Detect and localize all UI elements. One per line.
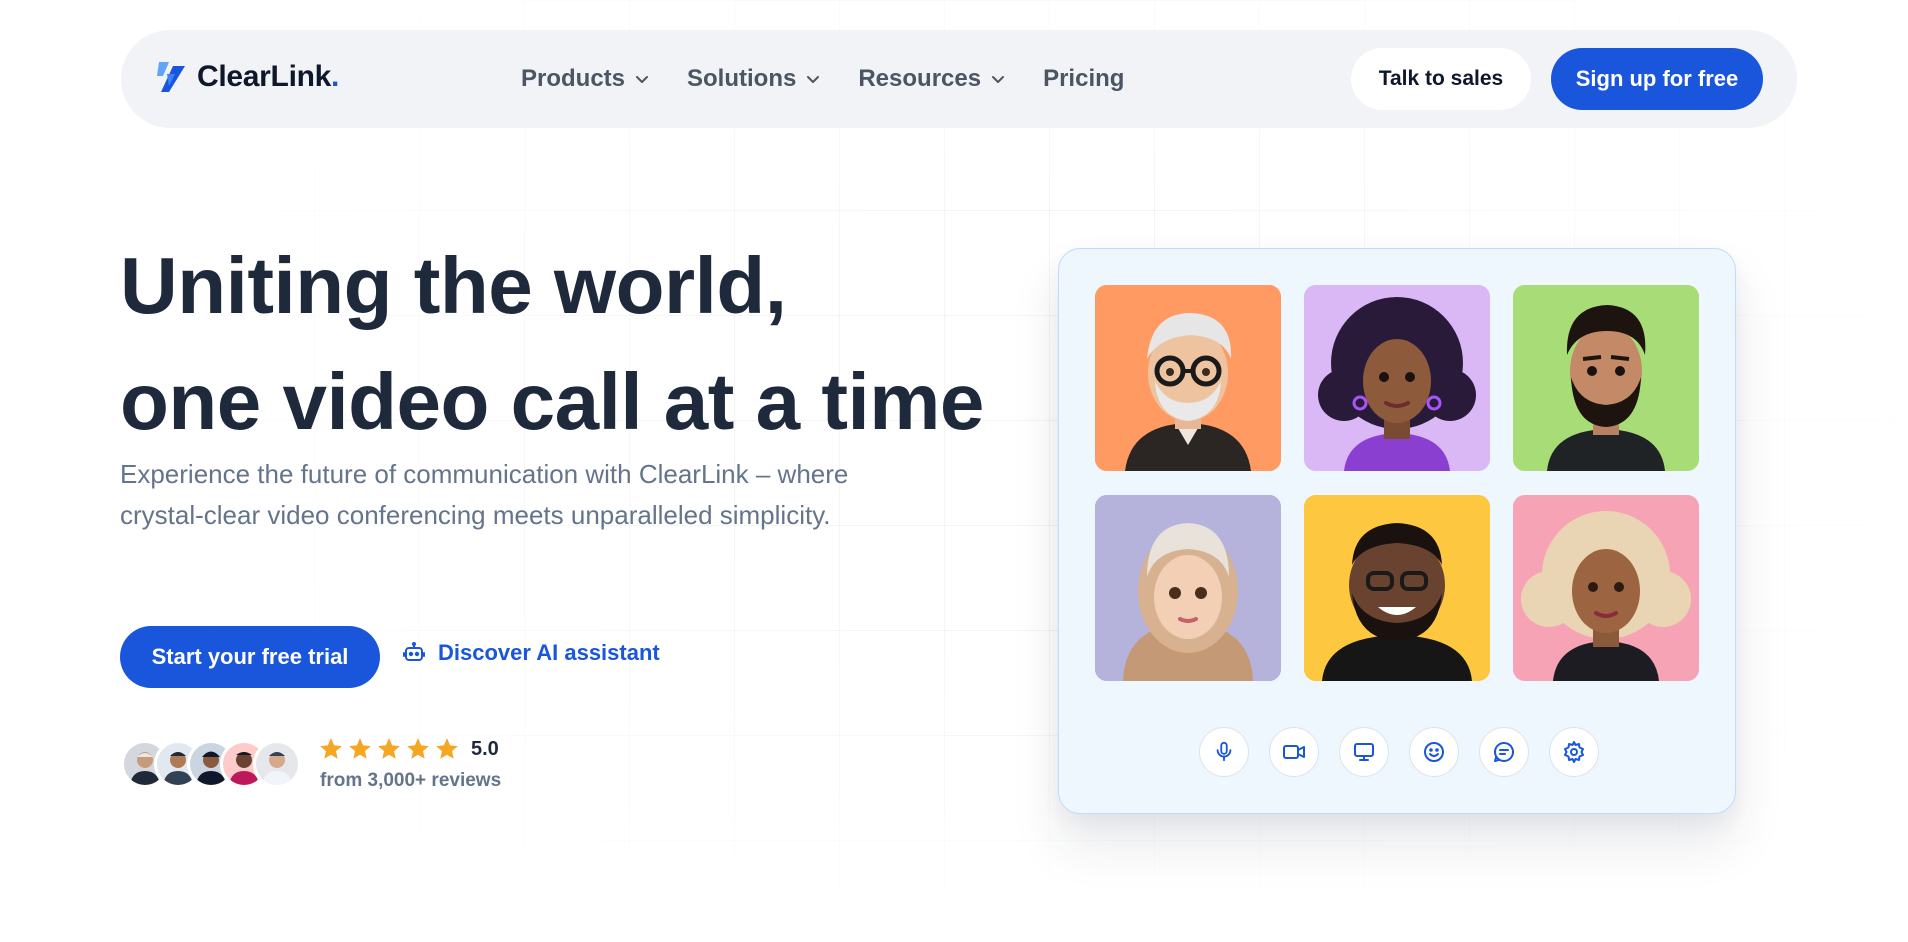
robot-icon <box>402 641 426 665</box>
participant-tile[interactable] <box>1304 495 1490 681</box>
nav-item-resources[interactable]: Resources <box>858 65 1007 93</box>
chevron-down-icon <box>989 70 1007 88</box>
chevron-down-icon <box>804 70 822 88</box>
participant-tile[interactable] <box>1095 495 1281 681</box>
star-icon <box>349 738 371 759</box>
participant-grid <box>1095 285 1699 681</box>
hero-title-line-1: Uniting the world, <box>120 241 787 330</box>
participant-tile[interactable] <box>1304 285 1490 471</box>
call-controls <box>1199 727 1599 777</box>
star-icon <box>378 738 400 759</box>
primary-nav: Products Solutions Resources Pricing <box>521 30 1160 128</box>
hero-title: Uniting the world, one video call at a t… <box>120 228 984 460</box>
video-call-preview <box>1058 248 1736 814</box>
star-icon <box>407 738 429 759</box>
star-icon <box>320 738 342 759</box>
avatar-bearded-man <box>1513 285 1699 471</box>
nav-item-label: Pricing <box>1043 65 1125 92</box>
avatar <box>253 740 301 788</box>
rating-value: 5.0 <box>471 737 499 760</box>
clearlink-logo-icon <box>155 60 187 94</box>
participant-tile[interactable] <box>1095 285 1281 471</box>
microphone-button[interactable] <box>1199 727 1249 777</box>
top-navbar: ClearLink. Products Solutions Resources … <box>121 30 1797 128</box>
avatar-smiling-man-glasses <box>1304 495 1490 681</box>
chevron-down-icon <box>633 70 651 88</box>
emoji-button[interactable] <box>1409 727 1459 777</box>
settings-button[interactable] <box>1549 727 1599 777</box>
emoji-icon <box>1424 742 1444 762</box>
rating-stars: 5.0 <box>318 736 499 762</box>
review-count: from 3,000+ reviews <box>320 770 502 791</box>
avatar-woman-hijab <box>1095 495 1281 681</box>
settings-icon <box>1564 741 1584 763</box>
hero-subtitle: Experience the future of communication w… <box>120 459 849 530</box>
start-free-trial-button[interactable]: Start your free trial <box>120 626 380 688</box>
video-camera-icon <box>1283 745 1305 759</box>
brand-logo[interactable]: ClearLink. <box>155 60 339 94</box>
nav-item-label: Resources <box>858 65 982 92</box>
avatar-older-man-glasses <box>1095 285 1281 471</box>
nav-item-products[interactable]: Products <box>521 65 651 93</box>
avatar-woman-blonde-curls <box>1513 495 1699 681</box>
screen-share-icon <box>1354 743 1374 761</box>
sign-up-button[interactable]: Sign up for free <box>1551 48 1763 110</box>
brand-name: ClearLink. <box>197 60 340 93</box>
hero-title-line-2: one video call at a time <box>120 357 984 446</box>
participant-tile[interactable] <box>1513 495 1699 681</box>
camera-button[interactable] <box>1269 727 1319 777</box>
nav-item-label: Solutions <box>687 65 797 92</box>
microphone-icon <box>1216 741 1232 762</box>
reviewer-avatars <box>121 740 301 788</box>
discover-ai-assistant-link[interactable]: Discover AI assistant <box>402 640 660 666</box>
nav-item-solutions[interactable]: Solutions <box>687 65 822 93</box>
nav-item-label: Products <box>521 65 626 92</box>
avatar-woman-curly-hair <box>1304 285 1490 471</box>
nav-item-pricing[interactable]: Pricing <box>1043 65 1124 93</box>
chat-button[interactable] <box>1479 727 1529 777</box>
talk-to-sales-button[interactable]: Talk to sales <box>1351 48 1531 110</box>
discover-ai-assistant-label: Discover AI assistant <box>438 640 660 665</box>
star-icon <box>436 738 458 759</box>
chat-icon <box>1493 742 1514 762</box>
participant-tile[interactable] <box>1513 285 1699 471</box>
background-fade <box>0 802 1908 942</box>
screen-share-button[interactable] <box>1339 727 1389 777</box>
